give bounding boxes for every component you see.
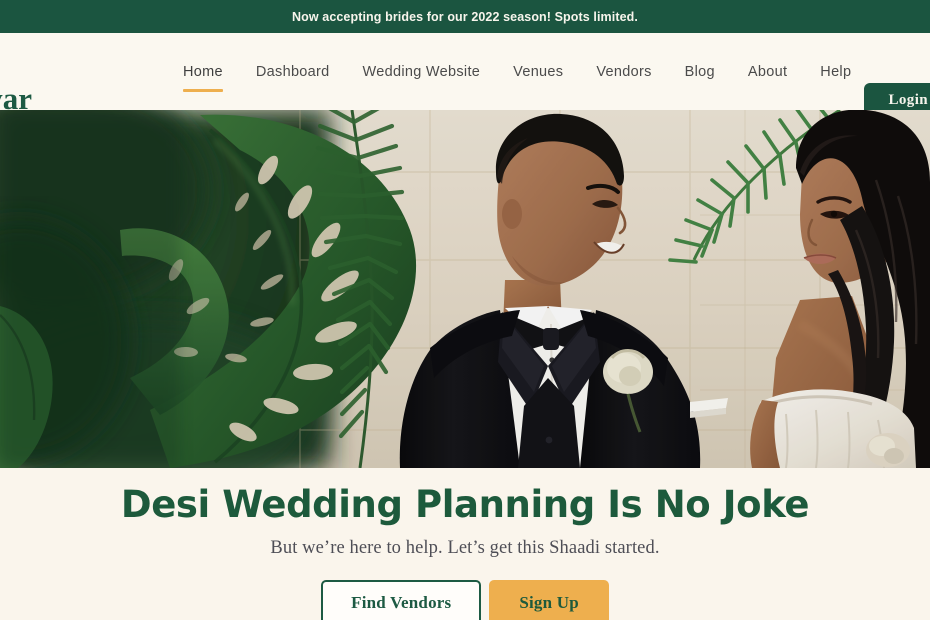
- sign-up-button[interactable]: Sign Up: [489, 579, 609, 620]
- nav-item-about[interactable]: About: [731, 64, 803, 80]
- nav-active-underline: [183, 88, 223, 92]
- nav-item-home-label: Home: [183, 63, 223, 80]
- cta-row: Find Vendors Sign Up: [0, 579, 930, 620]
- nav-item-wedding-website[interactable]: Wedding Website: [346, 64, 497, 80]
- page-title: Desi Wedding Planning Is No Joke: [120, 483, 810, 526]
- nav-item-dashboard[interactable]: Dashboard: [239, 64, 346, 80]
- hero-illustration: [0, 110, 930, 468]
- announcement-banner: Now accepting brides for our 2022 season…: [0, 0, 930, 33]
- navbar: pyar Home Dashboard Wedding Website Venu…: [0, 33, 930, 118]
- announcement-text: Now accepting brides for our 2022 season…: [292, 9, 638, 24]
- find-vendors-button[interactable]: Find Vendors: [321, 579, 482, 620]
- nav-item-venues[interactable]: Venues: [496, 64, 579, 80]
- nav-links: Home Dashboard Wedding Website Venues Ve…: [183, 33, 867, 110]
- nav-item-home[interactable]: Home: [183, 63, 239, 92]
- hero-copy: Desi Wedding Planning Is No Joke But we’…: [0, 468, 930, 620]
- nav-item-vendors[interactable]: Vendors: [579, 64, 667, 80]
- hero-image: [0, 110, 930, 468]
- nav-item-help[interactable]: Help: [803, 64, 867, 80]
- hero-subtitle: But we’re here to help. Let’s get this S…: [270, 537, 660, 558]
- page-root: Now accepting brides for our 2022 season…: [0, 0, 930, 620]
- nav-item-blog[interactable]: Blog: [668, 64, 731, 80]
